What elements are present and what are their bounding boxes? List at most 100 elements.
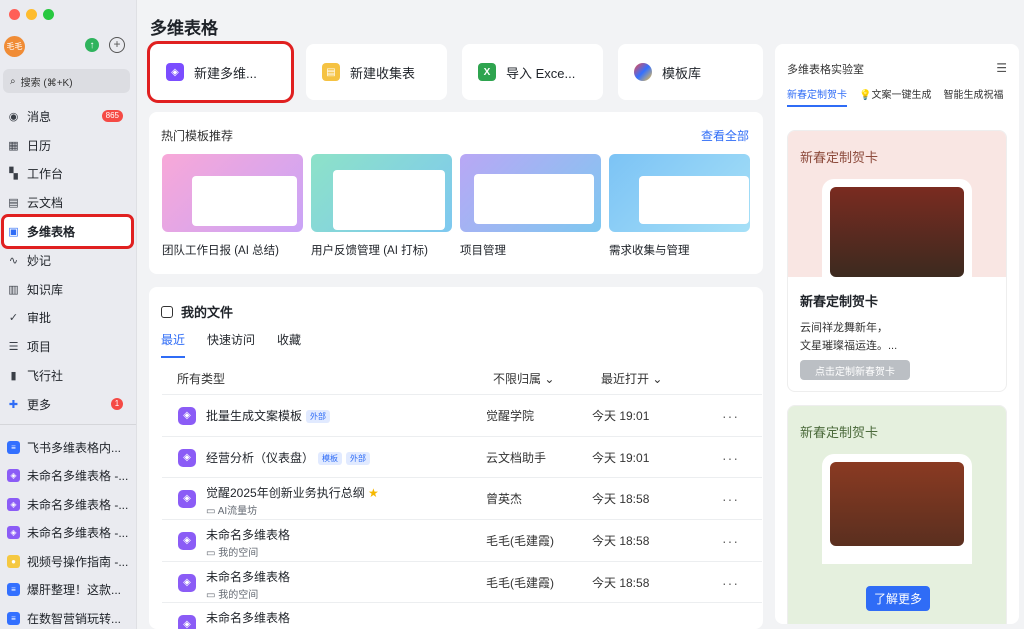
folder-icon: ▭: [206, 506, 216, 517]
base-icon: ◈: [7, 526, 20, 540]
more-icon[interactable]: ···: [722, 408, 739, 424]
recent-item[interactable]: ● 视频号操作指南 -...: [0, 547, 137, 576]
table-row[interactable]: ◈ 未命名多维表格 ▭ 我的空间 毛毛(毛建霞) 今天 18:58 ···: [162, 519, 762, 561]
file-owner: 觉醒学院: [486, 409, 535, 423]
files-tabs: 最近 快速访问 收藏: [161, 331, 301, 358]
view-all-link[interactable]: 查看全部: [701, 127, 749, 144]
sidebar-item-label: 妙记: [27, 253, 52, 268]
greeting-image: [830, 187, 964, 277]
star-icon: ★: [368, 486, 379, 500]
customize-card-button[interactable]: 点击定制新春贺卡: [800, 360, 910, 380]
table-row[interactable]: ◈ 未命名多维表格: [162, 602, 762, 629]
recent-item-label: 未命名多维表格 -...: [27, 497, 129, 512]
filter-type[interactable]: 所有类型: [177, 370, 225, 387]
table-row[interactable]: ◈ 觉醒2025年创新业务执行总纲 ★ ▭ AI流量坊 曾英杰 今天 18:58…: [162, 477, 762, 519]
sidebar-item-more[interactable]: ✚ 更多 1: [0, 390, 137, 419]
quick-label: 模板库: [662, 65, 702, 81]
external-tag: 外部: [306, 410, 331, 424]
more-icon[interactable]: ···: [722, 533, 739, 549]
sidebar-item-messages[interactable]: ◉ 消息 865: [0, 102, 137, 131]
minimize-window-button[interactable]: [26, 9, 37, 20]
template-name: 需求收集与管理: [609, 245, 690, 257]
sidebar-item-label: 云文档: [27, 196, 64, 211]
sidebar-item-workbench[interactable]: ▚ 工作台: [0, 160, 137, 189]
close-window-button[interactable]: [9, 9, 20, 20]
chevron-down-icon: ⌄: [652, 372, 663, 386]
new-base-button[interactable]: ◈ 新建多维...: [147, 41, 294, 103]
sidebar-item-community[interactable]: ▮ 飞行社: [0, 361, 137, 390]
search-input[interactable]: ⌕ 搜索 (⌘+K): [3, 69, 130, 93]
tab-copywriting-label: 文案一键生成: [871, 90, 932, 101]
template-library-button[interactable]: 模板库: [618, 44, 763, 100]
recent-item[interactable]: ◈ 未命名多维表格 -...: [0, 519, 137, 548]
tab-favorites[interactable]: 收藏: [277, 331, 301, 358]
learn-more-button[interactable]: 了解更多: [866, 586, 930, 611]
more-icon[interactable]: ···: [722, 491, 739, 507]
file-name: 未命名多维表格: [206, 570, 291, 584]
table-row[interactable]: ◈ 经营分析（仪表盘） 模板 外部 云文档助手 今天 19:01 ···: [162, 436, 762, 478]
my-files-title-text: 我的文件: [181, 305, 234, 320]
recent-item[interactable]: ≡ 爆肝整理！这款...: [0, 576, 137, 605]
more-apps-icon: ✚: [8, 398, 19, 411]
template-card[interactable]: 团队工作日报 (AI 总结): [162, 154, 303, 258]
base-icon: ▣: [8, 226, 19, 239]
tab-quick-access[interactable]: 快速访问: [207, 331, 255, 358]
sidebar-item-wiki[interactable]: ▥ 知识库: [0, 275, 137, 304]
more-icon[interactable]: ···: [722, 450, 739, 466]
import-excel-button[interactable]: X 导入 Exce...: [462, 44, 603, 100]
file-location-text: 我的空间: [218, 548, 259, 559]
tab-copywriting[interactable]: 💡文案一键生成: [859, 86, 931, 107]
hot-templates-title: 热门模板推荐: [161, 129, 234, 143]
base-icon: ◈: [178, 573, 196, 592]
doc-icon: ≡: [7, 440, 20, 454]
tab-blessing[interactable]: 智能生成祝福: [943, 86, 1003, 107]
recent-item[interactable]: ◈ 未命名多维表格 -...: [0, 490, 137, 519]
avatar[interactable]: 毛毛: [4, 36, 25, 57]
template-card[interactable]: 项目管理: [460, 154, 601, 258]
list-icon[interactable]: ☰: [996, 61, 1007, 75]
sidebar-item-base[interactable]: ▣ 多维表格: [1, 214, 134, 249]
filter-owner[interactable]: 不限归属 ⌄: [493, 370, 554, 387]
greeting-text: 云间祥龙舞新年， 文星璀璨福运连。...: [800, 319, 897, 355]
more-icon[interactable]: ···: [722, 575, 739, 591]
table-row[interactable]: ◈ 未命名多维表格 ▭ 我的空间 毛毛(毛建霞) 今天 18:58 ···: [162, 561, 762, 603]
table-row[interactable]: ◈ 批量生成文案模板 外部 觉醒学院 今天 19:01 ···: [162, 394, 762, 436]
sidebar-item-minutes[interactable]: ∿ 妙记: [0, 246, 137, 275]
sidebar-item-project[interactable]: ☰ 项目: [0, 332, 137, 361]
doc-icon: ▤: [8, 197, 19, 210]
minutes-icon: ∿: [8, 254, 19, 267]
recent-item[interactable]: ≡ 在数智营销玩转...: [0, 604, 137, 629]
bulb-icon: 💡: [859, 90, 872, 101]
maximize-window-button[interactable]: [43, 9, 54, 20]
sidebar-item-docs[interactable]: ▤ 云文档: [0, 188, 137, 217]
template-card[interactable]: 用户反馈管理 (AI 打标): [311, 154, 452, 258]
sidebar-item-label: 知识库: [27, 282, 64, 297]
filter-time[interactable]: 最近打开 ⌄: [601, 370, 662, 387]
chevron-down-icon: ⌄: [544, 372, 555, 386]
tab-recent[interactable]: 最近: [161, 331, 186, 358]
search-icon: ⌕: [10, 75, 16, 87]
bulb-icon: ●: [7, 554, 20, 568]
recent-item-label: 视频号操作指南 -...: [27, 554, 129, 569]
file-name-text: 批量生成文案模板: [206, 409, 303, 423]
greeting-image-frame: [822, 454, 972, 564]
sidebar: 毛毛 ↑ + ⌕ 搜索 (⌘+K) ◉ 消息 865 ▦ 日历 ▚ 工作台 ▤ 云文档 ▣…: [0, 0, 137, 629]
sidebar-item-calendar[interactable]: ▦ 日历: [0, 131, 137, 160]
tab-greeting-card[interactable]: 新春定制贺卡: [787, 86, 847, 107]
recent-item[interactable]: ≡ 飞书多维表格内...: [0, 433, 137, 462]
upgrade-icon[interactable]: ↑: [85, 38, 99, 52]
plus-icon[interactable]: +: [109, 37, 125, 53]
new-form-button[interactable]: ▤ 新建收集表: [306, 44, 447, 100]
sidebar-item-approval[interactable]: ✓ 审批: [0, 304, 137, 333]
template-card[interactable]: 需求收集与管理: [609, 154, 750, 258]
template-name: 项目管理: [460, 245, 506, 257]
recent-item-label: 在数智营销玩转...: [27, 611, 122, 626]
recent-item[interactable]: ◈ 未命名多维表格 -...: [0, 462, 137, 491]
file-location: ▭ AI流量坊: [206, 502, 257, 517]
greeting-card[interactable]: 新春定制贺卡 新春定制贺卡 云间祥龙舞新年， 文星璀璨福运连。... 点击定制新…: [787, 130, 1007, 392]
more-badge: 1: [111, 398, 123, 411]
recent-item-label: 爆肝整理！这款...: [27, 583, 122, 598]
file-location-text: 我的空间: [218, 590, 259, 601]
recent-item-label: 飞书多维表格内...: [27, 440, 122, 455]
file-owner: 毛毛(毛建霞): [486, 576, 554, 590]
